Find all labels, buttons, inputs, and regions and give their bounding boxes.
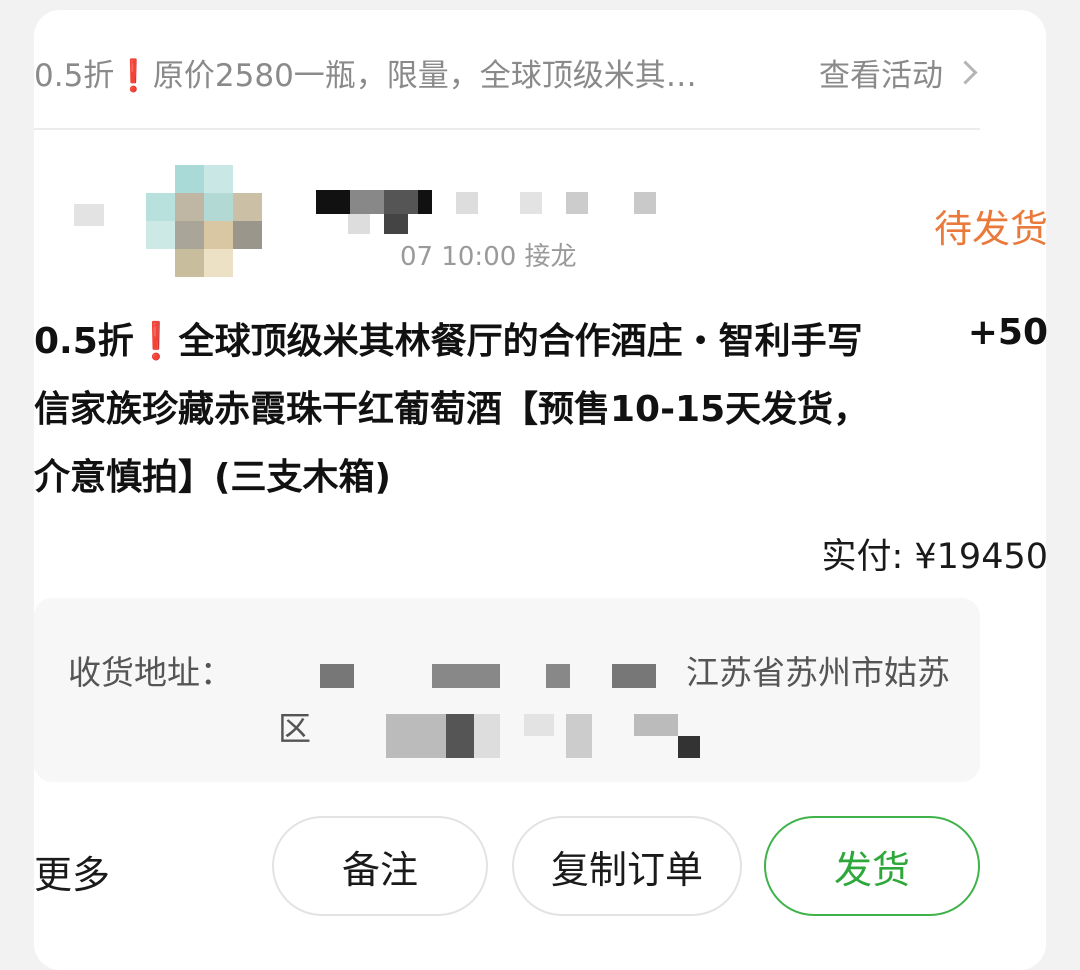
blur-mosaic (678, 736, 700, 758)
address-label: 收货地址： (68, 653, 233, 692)
paid-label: 实付: (821, 537, 904, 577)
address-line2: 区 (278, 709, 311, 748)
avatar[interactable] (146, 165, 262, 277)
divider (34, 128, 980, 130)
blur-mosaic (386, 714, 446, 758)
paid-amount: 实付: ¥19450 (821, 528, 1048, 579)
activity-banner[interactable]: 0.5折❗原价2580一瓶，限量，全球顶级米其… 查看活动 (34, 40, 980, 104)
ship-button[interactable]: 发货 (764, 816, 980, 916)
status-badge: 待发货 (933, 207, 1048, 251)
address-line1: 江苏省苏州市姑苏 (686, 653, 950, 692)
blur-mosaic (546, 664, 570, 688)
more-button[interactable]: 更多 (34, 844, 110, 899)
chevron-right-icon (953, 59, 978, 85)
blur-mosaic (474, 714, 500, 758)
blur-mosaic (320, 664, 354, 688)
note-button[interactable]: 备注 (272, 816, 488, 916)
copy-order-button[interactable]: 复制订单 (512, 816, 742, 916)
order-time: 07 10:00 接龙 (400, 242, 577, 272)
paid-value: ¥19450 (914, 537, 1048, 577)
blur-mosaic (446, 714, 474, 758)
activity-text: 0.5折❗原价2580一瓶，限量，全球顶级米其… (34, 57, 697, 94)
blur-mosaic (566, 714, 592, 758)
blur-mosaic (634, 714, 678, 736)
view-activity-label: 查看活动 (819, 57, 943, 94)
view-activity-link[interactable]: 查看活动 (819, 50, 980, 95)
blur-mosaic (524, 714, 554, 736)
address-box[interactable]: 收货地址： 江苏省苏州市姑苏 区 (34, 598, 980, 782)
blur-mosaic (612, 664, 656, 688)
blur-mosaic (74, 204, 104, 226)
nickname-blurred (282, 178, 662, 238)
product-quantity: +50 (967, 312, 1048, 353)
blur-mosaic (432, 664, 500, 688)
product-title[interactable]: 0.5折❗全球顶级米其林餐厅的合作酒庄・智利手写信家族珍藏赤霞珠干红葡萄酒【预售… (34, 308, 874, 512)
order-number-blurred (34, 186, 124, 236)
